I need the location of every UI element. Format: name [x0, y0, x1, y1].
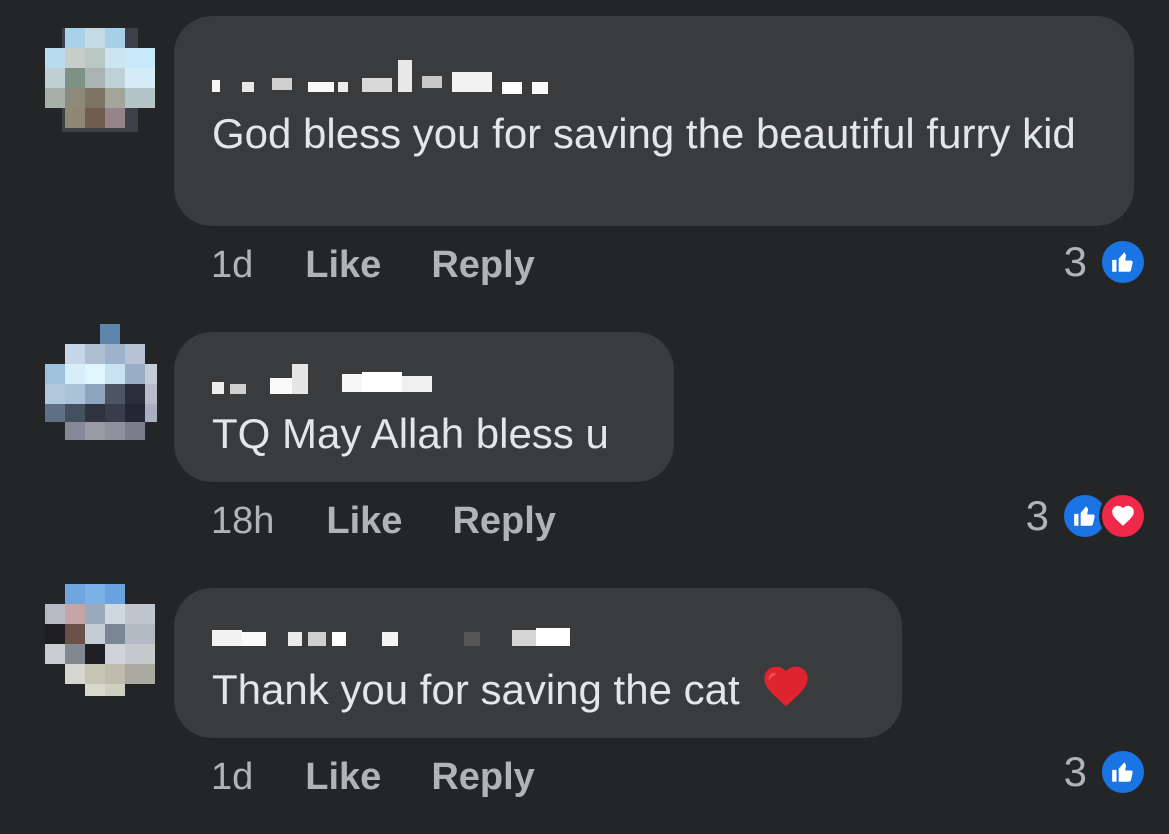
heart-emoji-icon [761, 662, 811, 724]
comment-meta: 1d Like Reply [211, 240, 535, 290]
like-button[interactable]: Like [305, 240, 381, 290]
like-button[interactable]: Like [305, 752, 381, 802]
timestamp[interactable]: 1d [211, 240, 253, 290]
reactions[interactable]: 3 [1026, 490, 1147, 542]
reaction-count: 3 [1063, 238, 1087, 285]
author-name[interactable] [212, 612, 572, 652]
reaction-count: 3 [1025, 492, 1049, 539]
avatar[interactable] [40, 322, 160, 442]
avatar[interactable] [40, 580, 160, 700]
timestamp[interactable]: 1d [211, 752, 253, 802]
comment-text-body: Thank you for saving the cat [212, 666, 740, 713]
comment-bubble: God bless you for saving the beautiful f… [174, 16, 1134, 226]
author-name[interactable] [212, 58, 592, 98]
comment-text: Thank you for saving the cat [212, 660, 864, 724]
like-button[interactable]: Like [326, 496, 402, 546]
comment-bubble: TQ May Allah bless u [174, 332, 674, 482]
comment-text: God bless you for saving the beautiful f… [212, 110, 1076, 157]
like-icon [1099, 238, 1147, 286]
comment-meta: 1d Like Reply [211, 752, 535, 802]
like-icon [1099, 748, 1147, 796]
author-name[interactable] [212, 358, 432, 398]
comment-text: TQ May Allah bless u [212, 410, 609, 457]
reactions[interactable]: 3 [1064, 746, 1147, 798]
reply-button[interactable]: Reply [431, 240, 534, 290]
timestamp[interactable]: 18h [211, 496, 274, 546]
avatar[interactable] [40, 20, 160, 140]
love-icon [1099, 492, 1147, 540]
reply-button[interactable]: Reply [452, 496, 555, 546]
comment-bubble: Thank you for saving the cat [174, 588, 902, 738]
reactions[interactable]: 3 [1064, 236, 1147, 288]
reaction-count: 3 [1063, 748, 1087, 795]
comment-meta: 18h Like Reply [211, 496, 556, 546]
reply-button[interactable]: Reply [431, 752, 534, 802]
